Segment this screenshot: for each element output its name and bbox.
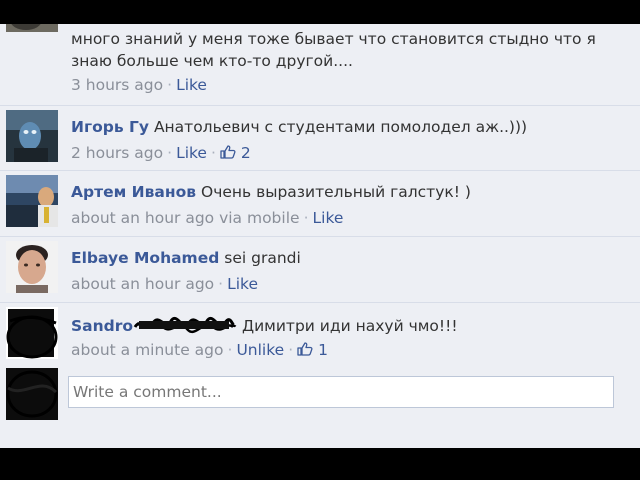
write-comment-input[interactable]: [69, 377, 613, 407]
divider: [0, 170, 640, 171]
divider: [0, 105, 640, 106]
comment-body: Артем Иванов Очень выразительный галстук…: [71, 183, 471, 201]
comment-text: Димитри иди нахуй чмо!!!: [241, 317, 458, 335]
separator-dot: ·: [167, 144, 173, 162]
comment-timestamp[interactable]: about an hour ago: [71, 275, 214, 293]
divider: [0, 236, 640, 237]
separator-dot: ·: [227, 341, 233, 359]
avatar[interactable]: [6, 24, 58, 32]
like-count: 2: [240, 144, 251, 162]
avatar[interactable]: [6, 241, 58, 293]
comment-body: Sandro Димитри иди нахуй чмо!!!: [71, 315, 458, 335]
separator-dot: ·: [218, 275, 224, 293]
comment-meta: about an hour ago via mobile · Like: [71, 209, 343, 227]
like-count-link[interactable]: 1: [297, 341, 328, 359]
separator-dot: ·: [210, 144, 216, 162]
avatar[interactable]: [6, 175, 58, 227]
like-count-link[interactable]: 2: [220, 144, 251, 162]
separator-dot: ·: [303, 209, 309, 227]
like-link[interactable]: Like: [227, 275, 258, 293]
avatar[interactable]: [6, 307, 58, 359]
comment-body: Elbaye Mohamed sei grandi: [71, 249, 301, 267]
comment-text: sei grandi: [224, 249, 301, 267]
comment-meta: about a minute ago · Unlike · 1: [71, 341, 328, 359]
scribble-redaction-icon: [133, 317, 237, 334]
comment-text: Очень выразительный галстук! ): [201, 183, 471, 201]
composer-avatar: [6, 368, 58, 420]
like-link[interactable]: Like: [176, 76, 207, 94]
comment-meta: 3 hours ago · Like: [71, 76, 207, 94]
comment-timestamp[interactable]: 2 hours ago: [71, 144, 163, 162]
comment-text: много знаний у меня тоже бывает что стан…: [71, 30, 596, 48]
comment-timestamp[interactable]: 3 hours ago: [71, 76, 163, 94]
like-link[interactable]: Like: [176, 144, 207, 162]
comment-meta: about an hour ago · Like: [71, 275, 258, 293]
comment-text: знаю больше чем кто-то другой....: [71, 52, 353, 70]
comment-author-link[interactable]: Sandro: [71, 317, 133, 335]
like-count: 1: [318, 341, 328, 359]
comment-text: Анатольевич с студентами помолодел аж..)…: [153, 118, 528, 136]
thumbs-up-icon: [297, 342, 313, 356]
comment-author-link[interactable]: Артем Иванов: [71, 183, 196, 201]
comments-panel: много знаний у меня тоже бывает что стан…: [0, 24, 640, 448]
unlike-link[interactable]: Unlike: [236, 341, 284, 359]
comment-author-link[interactable]: Elbaye Mohamed: [71, 249, 219, 267]
comment-composer[interactable]: [68, 376, 614, 408]
like-link[interactable]: Like: [313, 209, 344, 227]
comment-author-link[interactable]: Игорь Гу: [71, 118, 149, 136]
separator-dot: ·: [288, 341, 294, 359]
divider: [0, 302, 640, 303]
comment-body: Игорь Гу Анатольевич с студентами помоло…: [71, 118, 527, 136]
thumbs-up-icon: [220, 145, 236, 159]
comment-timestamp[interactable]: about an hour ago via mobile: [71, 209, 300, 227]
comment-meta: 2 hours ago · Like · 2: [71, 144, 251, 162]
comment-timestamp[interactable]: about a minute ago: [71, 341, 224, 359]
avatar[interactable]: [6, 110, 58, 162]
separator-dot: ·: [167, 76, 173, 94]
